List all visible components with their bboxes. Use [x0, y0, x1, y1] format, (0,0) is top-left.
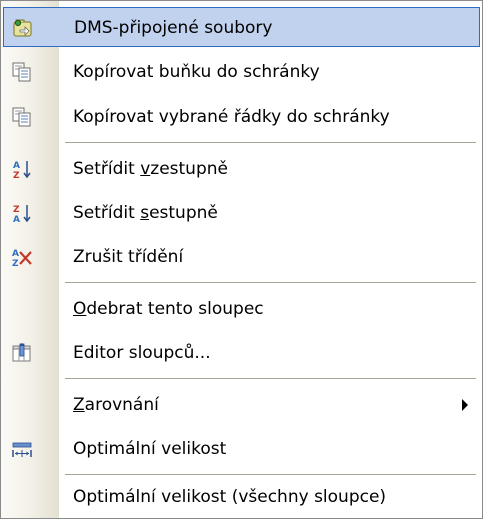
- copy-icon: [11, 107, 33, 127]
- menu-item-label: Optimální velikost (všechny sloupce): [73, 487, 387, 507]
- menu-item-remove-column[interactable]: Odebrat tento sloupec: [3, 289, 480, 329]
- sort-ascending-icon: A Z: [11, 159, 33, 181]
- menu-item-optimal-width-all[interactable]: Optimální velikost (všechny sloupce): [3, 477, 480, 517]
- menu-item-column-editor[interactable]: Editor sloupců...: [3, 333, 480, 373]
- clear-sort-icon: A Z: [11, 247, 33, 269]
- submenu-arrow-icon: [462, 399, 468, 411]
- svg-text:A: A: [12, 249, 19, 259]
- menu-item-label: Editor sloupců...: [73, 343, 211, 363]
- menu-item-label: Kopírovat buňku do schránky: [73, 62, 320, 82]
- menu-item-dms-files[interactable]: DMS-připojené soubory: [3, 7, 480, 47]
- menu-item-label: Kopírovat vybrané řádky do schránky: [73, 107, 390, 127]
- menu-item-label: Odebrat tento sloupec: [73, 299, 264, 319]
- menu-item-label: Zrušit třídění: [73, 247, 184, 267]
- menu-item-label: Setřídit sestupně: [73, 203, 218, 223]
- optimal-width-icon: [11, 439, 33, 459]
- dms-files-icon: [12, 18, 34, 38]
- menu-separator: [65, 282, 476, 283]
- menu-item-sort-ascending[interactable]: A Z Setřídit vzestupně: [3, 149, 480, 189]
- menu-item-optimal-width[interactable]: Optimální velikost: [3, 429, 480, 469]
- menu-item-clear-sort[interactable]: A Z Zrušit třídění: [3, 237, 480, 277]
- menu-item-label: Optimální velikost: [73, 439, 227, 459]
- menu-item-copy-rows[interactable]: Kopírovat vybrané řádky do schránky: [3, 97, 480, 137]
- sort-descending-icon: Z A: [11, 203, 33, 225]
- menu-item-alignment[interactable]: Zarovnání: [3, 385, 480, 425]
- svg-text:Z: Z: [12, 259, 19, 267]
- menu-item-copy-cell[interactable]: Kopírovat buňku do schránky: [3, 52, 480, 92]
- svg-text:Z: Z: [13, 171, 20, 179]
- menu-item-sort-descending[interactable]: Z A Setřídit sestupně: [3, 193, 480, 233]
- menu-separator: [65, 378, 476, 379]
- svg-text:A: A: [13, 161, 20, 171]
- menu-item-label: DMS-připojené soubory: [74, 18, 273, 38]
- svg-text:A: A: [13, 215, 20, 223]
- menu-item-label: Setřídit vzestupně: [73, 159, 228, 179]
- menu-separator: [65, 142, 476, 143]
- menu-separator: [65, 474, 476, 475]
- menu-item-label: Zarovnání: [73, 395, 159, 415]
- context-menu: DMS-připojené soubory Kopírovat buňku do…: [0, 0, 483, 519]
- column-editor-icon: [11, 343, 33, 363]
- svg-text:Z: Z: [13, 205, 20, 215]
- copy-icon: [11, 62, 33, 82]
